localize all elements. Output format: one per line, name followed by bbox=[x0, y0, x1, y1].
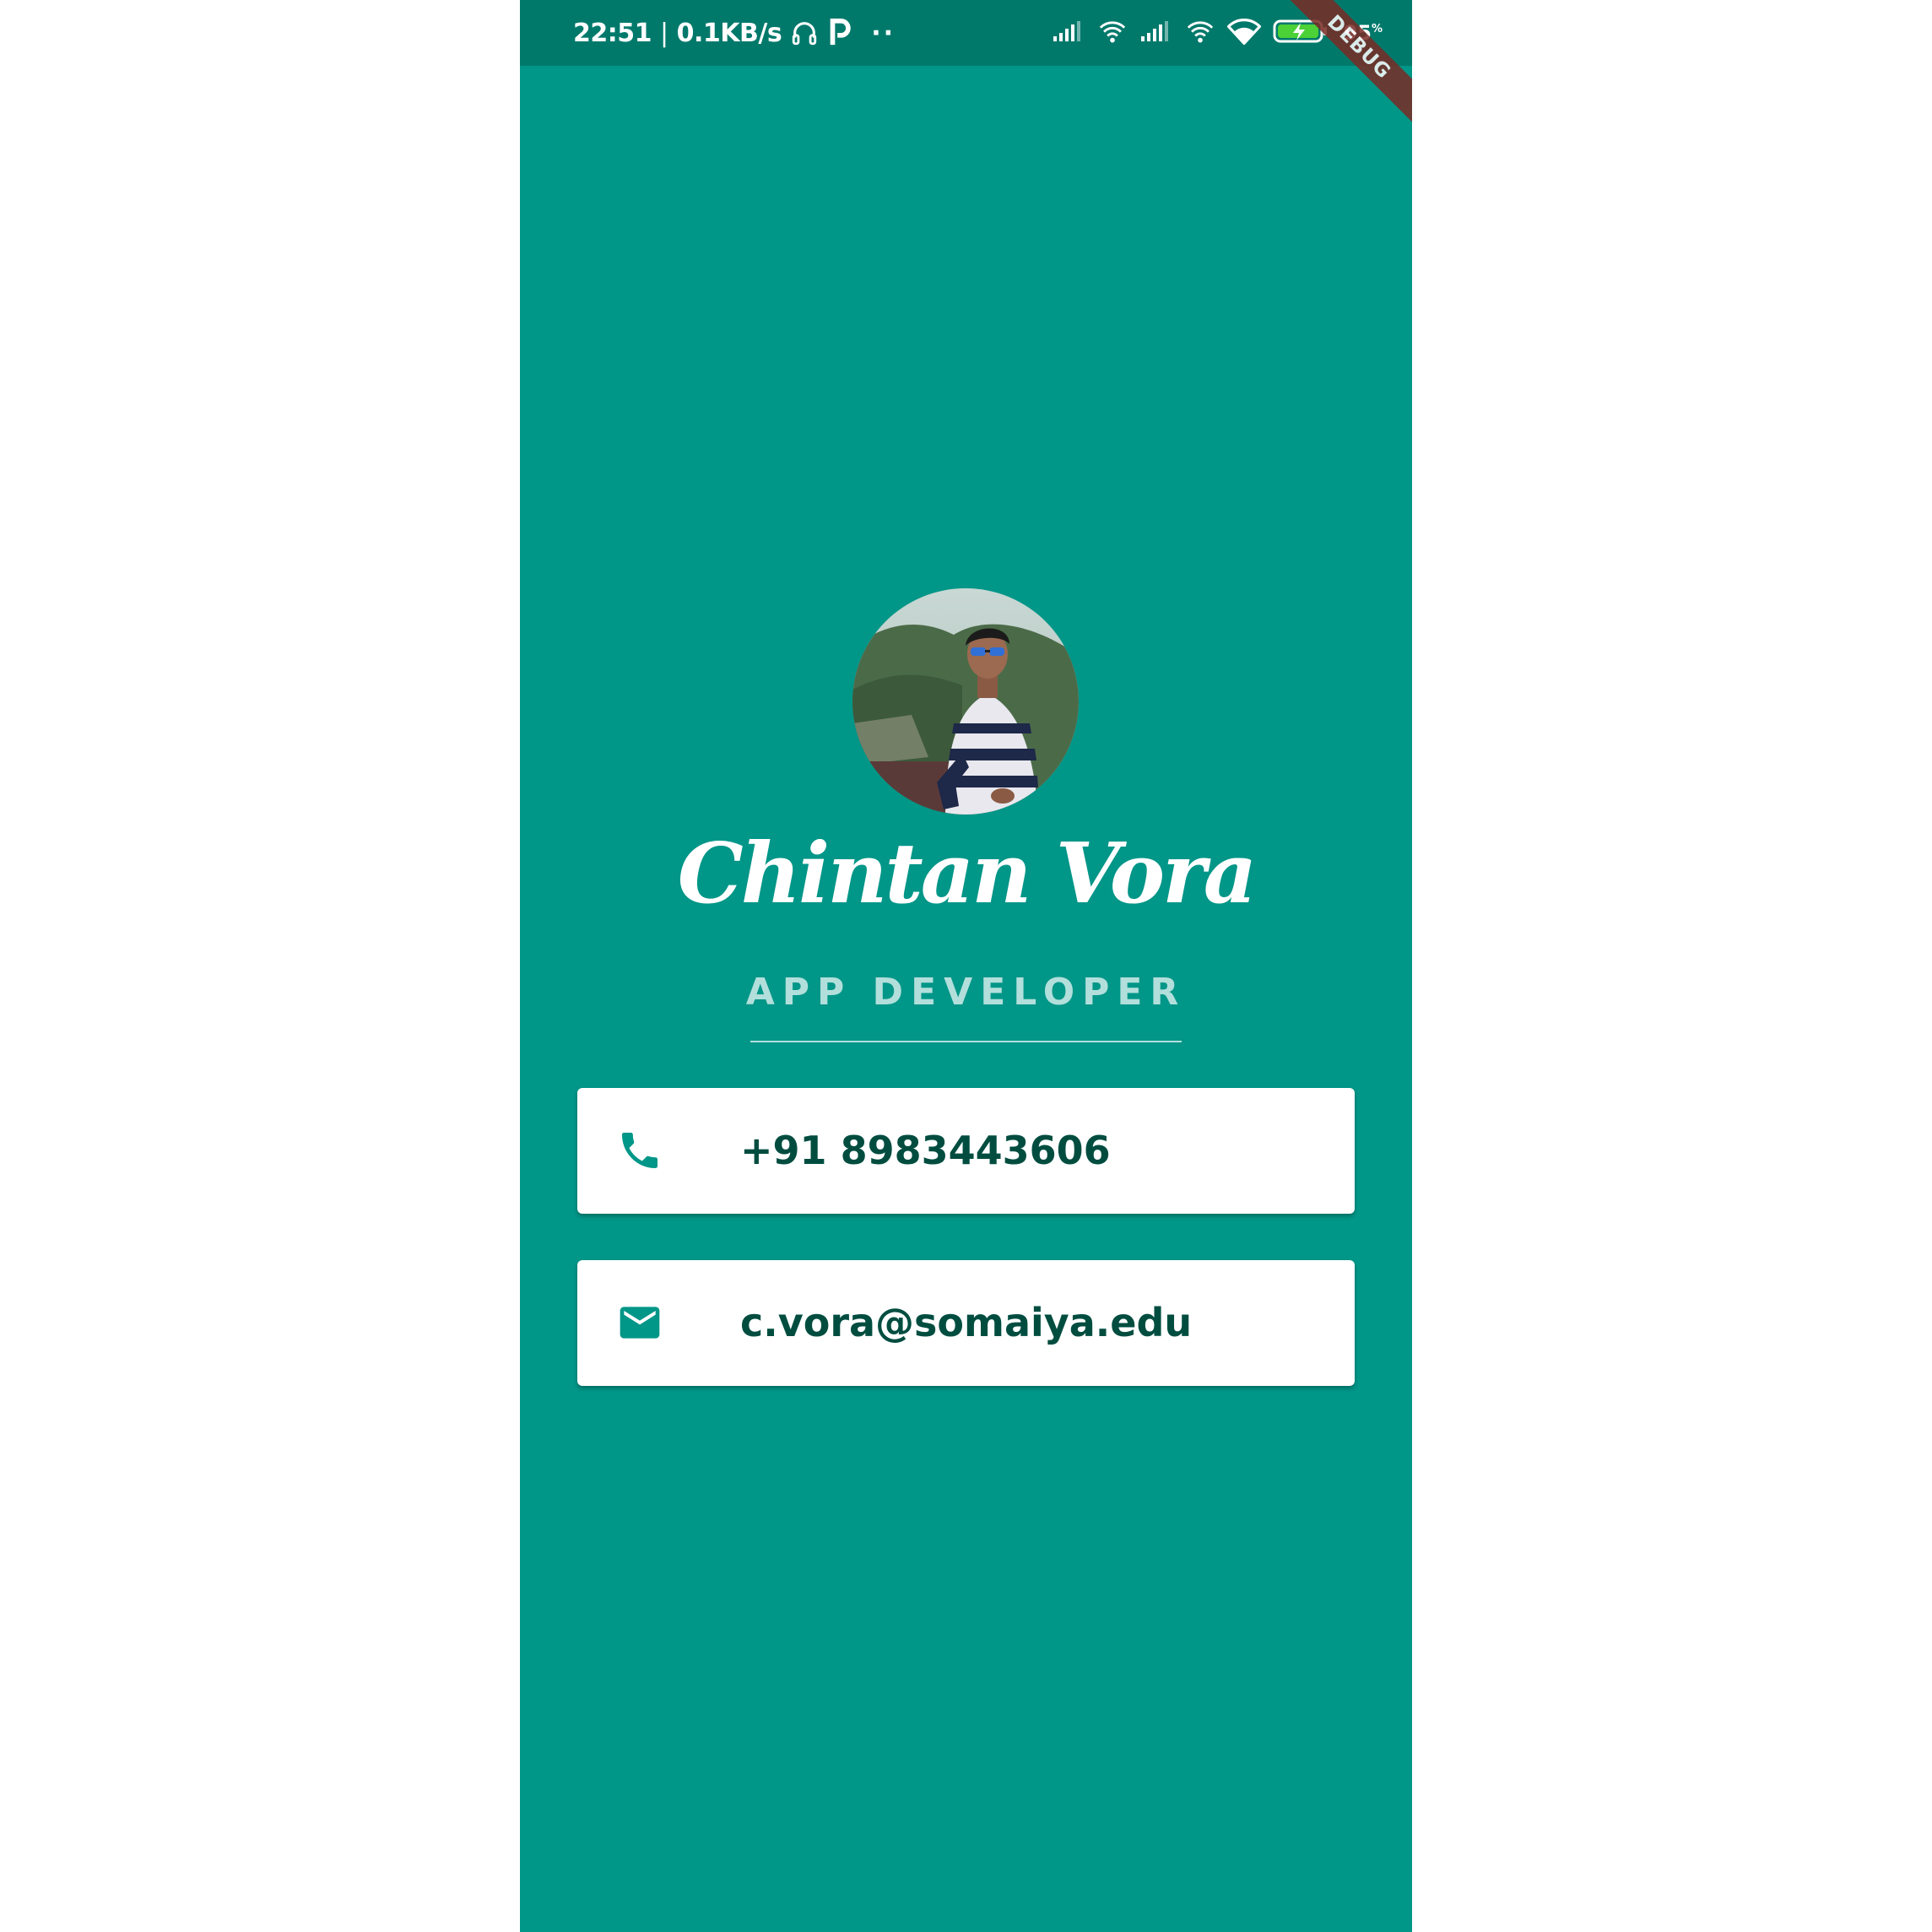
email-address: c.vora@somaiya.edu bbox=[740, 1300, 1193, 1345]
profile-title: APP DEVELOPER bbox=[745, 971, 1187, 1014]
phone-card[interactable]: +91 8983443606 bbox=[577, 1088, 1355, 1214]
wifi-calling-icon bbox=[1185, 17, 1215, 50]
network-speed: 0.1KB/s bbox=[676, 18, 782, 48]
status-time: 22:51 bbox=[573, 18, 652, 48]
signal-icon bbox=[1052, 19, 1085, 47]
wifi-icon bbox=[1226, 18, 1261, 49]
signal-icon bbox=[1139, 19, 1173, 47]
status-bar: 22:51 | 0.1KB/s ·· % bbox=[520, 0, 1412, 66]
profile-name: Chintan Vora bbox=[677, 825, 1257, 923]
phone-icon bbox=[616, 1127, 663, 1174]
more-notifications-dots: ·· bbox=[871, 18, 896, 48]
phone-number: +91 8983443606 bbox=[740, 1128, 1111, 1173]
wifi-calling-icon bbox=[1097, 17, 1128, 50]
mail-icon bbox=[616, 1299, 663, 1346]
app-screen: 22:51 | 0.1KB/s ·· % DEBUG Chintan Vora … bbox=[520, 0, 1412, 1932]
profile-photo bbox=[852, 588, 1079, 814]
status-separator: | bbox=[660, 18, 668, 48]
email-card[interactable]: c.vora@somaiya.edu bbox=[577, 1260, 1355, 1386]
status-left: 22:51 | 0.1KB/s ·· bbox=[573, 0, 896, 66]
battery-percent-unit: % bbox=[1371, 23, 1383, 35]
parking-icon bbox=[827, 19, 852, 47]
divider bbox=[750, 1041, 1182, 1042]
headphones-icon bbox=[790, 19, 819, 47]
